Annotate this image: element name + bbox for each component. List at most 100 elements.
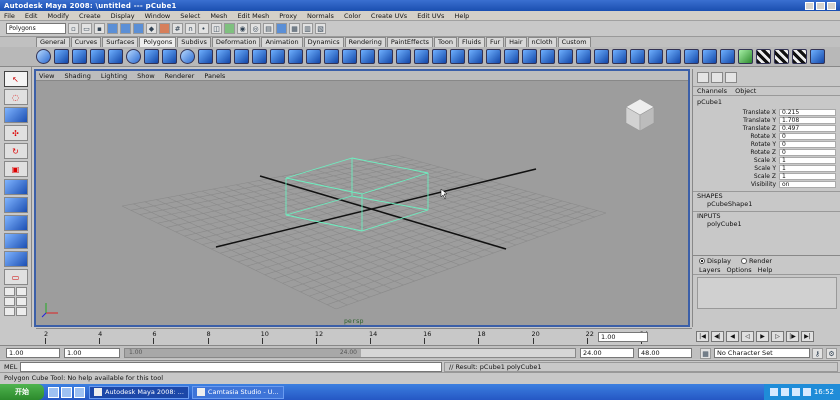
tab-fluids[interactable]: Fluids xyxy=(457,37,485,47)
tab-surfaces[interactable]: Surfaces xyxy=(102,37,139,47)
tray-input-method-icon[interactable] xyxy=(802,388,811,396)
poly-sphere-icon[interactable] xyxy=(36,49,51,64)
scale-tool-icon[interactable]: ▣ xyxy=(3,161,28,177)
spherical-mapping-icon[interactable] xyxy=(648,49,663,64)
media-icon[interactable] xyxy=(74,386,85,398)
time-slider[interactable]: 24681012141618202224 xyxy=(36,328,692,344)
snap-point-icon[interactable]: • xyxy=(198,23,209,34)
close-button[interactable] xyxy=(827,1,836,10)
view-cube-icon[interactable] xyxy=(625,98,655,132)
menu-display[interactable]: Display xyxy=(111,12,135,20)
channel-attribute-value[interactable]: 1 xyxy=(779,156,836,164)
paint-select-tool-icon[interactable] xyxy=(3,107,28,123)
tab-hair[interactable]: Hair xyxy=(505,37,527,47)
channel-box-menu-channels[interactable]: Channels xyxy=(697,87,727,95)
tray-security-icon[interactable] xyxy=(791,388,800,396)
new-scene-icon[interactable]: ▫ xyxy=(68,23,79,34)
collapse-icon[interactable] xyxy=(468,49,483,64)
tab-ncloth[interactable]: nCloth xyxy=(527,37,557,47)
channel-box-icon[interactable]: ▧ xyxy=(315,23,326,34)
channel-attribute-value[interactable]: 0.215 xyxy=(779,108,836,116)
shape-node[interactable]: pCubeShape1 xyxy=(693,200,840,208)
character-set-icon[interactable]: ▦ xyxy=(700,348,711,359)
layer-menu-help[interactable]: Help xyxy=(758,266,773,274)
delete-edge-icon[interactable] xyxy=(486,49,501,64)
select-tool-icon[interactable]: ↖ xyxy=(3,71,28,87)
viewport-menu-show[interactable]: Show xyxy=(137,72,155,80)
three-view-layout-icon[interactable] xyxy=(16,307,27,316)
menu-edit-mesh[interactable]: Edit Mesh xyxy=(237,12,269,20)
channel-attribute-value[interactable]: 1 xyxy=(779,172,836,180)
range-slider-handle[interactable]: 1.00 24.00 xyxy=(125,349,361,357)
step-back-frame-icon[interactable]: ◀ xyxy=(726,330,739,342)
cut-uv-icon[interactable] xyxy=(702,49,717,64)
smooth-icon[interactable] xyxy=(234,49,249,64)
menu-window[interactable]: Window xyxy=(145,12,171,20)
menu-create-uvs[interactable]: Create UVs xyxy=(371,12,407,20)
menu-file[interactable]: File xyxy=(4,12,15,20)
channel-attribute-value[interactable]: on xyxy=(779,180,836,188)
channel-attribute-row[interactable]: Scale X1 xyxy=(693,156,840,164)
snap-plane-icon[interactable]: ◫ xyxy=(211,23,222,34)
snap-grid-icon[interactable]: # xyxy=(172,23,183,34)
tab-painteffects[interactable]: PaintEffects xyxy=(386,37,434,47)
play-backwards-icon[interactable]: ◁ xyxy=(741,330,754,342)
separate-icon[interactable] xyxy=(216,49,231,64)
soften-edge-icon[interactable] xyxy=(738,49,753,64)
menu-create[interactable]: Create xyxy=(79,12,101,20)
menu-color[interactable]: Color xyxy=(344,12,361,20)
selection-mask-icon[interactable]: ◆ xyxy=(146,23,157,34)
tool-settings-icon[interactable]: ▥ xyxy=(302,23,313,34)
render-icon[interactable]: ◉ xyxy=(237,23,248,34)
history-icon[interactable] xyxy=(224,23,235,34)
auto-key-icon[interactable]: ⚷ xyxy=(812,348,823,359)
input-node[interactable]: polyCube1 xyxy=(693,220,840,228)
step-forward-frame-icon[interactable]: ▷ xyxy=(771,330,784,342)
menu-select[interactable]: Select xyxy=(180,12,200,20)
clock[interactable]: 16:52 xyxy=(814,388,834,396)
browser-icon[interactable] xyxy=(61,386,72,398)
merge-icon[interactable] xyxy=(450,49,465,64)
channel-box-object-name[interactable]: pCube1 xyxy=(693,96,840,108)
channel-attribute-value[interactable]: 1.708 xyxy=(779,116,836,124)
start-button[interactable]: 开始 xyxy=(0,384,44,400)
sew-uv-icon[interactable] xyxy=(720,49,735,64)
step-forward-key-icon[interactable]: |▶ xyxy=(786,330,799,342)
shelf-extra-icon[interactable] xyxy=(810,49,825,64)
display-layer-radio[interactable]: Display xyxy=(699,257,731,265)
channel-box-toggle-icon[interactable] xyxy=(697,72,709,83)
persp-graph-layout-icon[interactable] xyxy=(4,297,15,306)
channel-attribute-row[interactable]: Rotate Z0 xyxy=(693,148,840,156)
poly-pyramid-icon[interactable] xyxy=(162,49,177,64)
start-time-field[interactable]: 1.00 xyxy=(6,348,60,358)
planar-mapping-icon[interactable] xyxy=(612,49,627,64)
poly-cone-icon[interactable] xyxy=(90,49,105,64)
channel-attribute-row[interactable]: Scale Y1 xyxy=(693,164,840,172)
bevel-icon[interactable] xyxy=(432,49,447,64)
mirror-geometry-icon[interactable] xyxy=(306,49,321,64)
select-component-icon[interactable] xyxy=(133,23,144,34)
taskbar-maya[interactable]: Autodesk Maya 2008: ... xyxy=(89,385,189,399)
fill-hole-icon[interactable] xyxy=(594,49,609,64)
manipulator-tool-icon[interactable] xyxy=(3,179,28,195)
triangulate-icon[interactable] xyxy=(558,49,573,64)
channel-attribute-row[interactable]: Rotate Y0 xyxy=(693,140,840,148)
tab-polygons[interactable]: Polygons xyxy=(139,37,177,47)
poly-cube-icon[interactable] xyxy=(54,49,69,64)
step-back-key-icon[interactable]: ◀| xyxy=(711,330,724,342)
bridge-icon[interactable] xyxy=(342,49,357,64)
taskbar-camtasia[interactable]: Camtasia Studio - U... xyxy=(191,385,284,399)
viewport-menu-shading[interactable]: Shading xyxy=(64,72,90,80)
menu-help[interactable]: Help xyxy=(454,12,469,20)
layer-menu-layers[interactable]: Layers xyxy=(699,266,721,274)
tab-fur[interactable]: Fur xyxy=(485,37,505,47)
render-settings-icon[interactable]: ▤ xyxy=(263,23,274,34)
render-layer-radio[interactable]: Render xyxy=(740,257,772,265)
viewport-menu-renderer[interactable]: Renderer xyxy=(165,72,195,80)
offset-edge-loop-icon[interactable] xyxy=(414,49,429,64)
layer-menu-options[interactable]: Options xyxy=(727,266,752,274)
preferences-icon[interactable]: ⚙ xyxy=(826,348,837,359)
four-view-layout-icon[interactable] xyxy=(4,287,15,296)
boolean-union-icon[interactable] xyxy=(252,49,267,64)
reduce-icon[interactable] xyxy=(540,49,555,64)
